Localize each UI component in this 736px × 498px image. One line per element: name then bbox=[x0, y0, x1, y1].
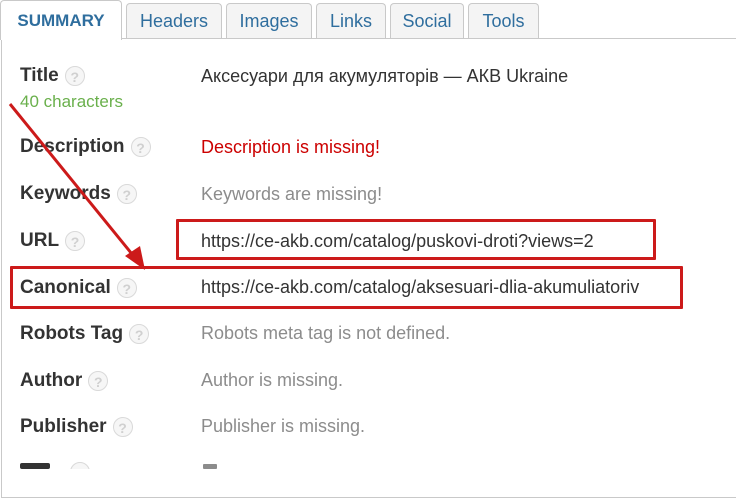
next-row-partial bbox=[20, 458, 64, 469]
author-value: Author is missing. bbox=[201, 370, 344, 390]
title-label: Title? bbox=[20, 65, 85, 87]
keywords-label-text: Keywords bbox=[20, 183, 111, 204]
publisher-label-text: Publisher bbox=[20, 416, 107, 437]
description-label: Description? bbox=[20, 136, 151, 158]
canonical-highlight-box bbox=[10, 266, 683, 309]
help-icon[interactable]: ? bbox=[112, 416, 133, 437]
keywords-label: Keywords? bbox=[20, 183, 137, 205]
description-label-text: Description bbox=[20, 136, 125, 157]
tab-images[interactable]: Images bbox=[226, 3, 312, 38]
publisher-label: Publisher? bbox=[20, 416, 133, 438]
help-icon[interactable]: ? bbox=[129, 323, 150, 344]
robots-label-text: Robots Tag bbox=[20, 323, 124, 344]
title-char-count: 40 characters bbox=[20, 92, 123, 111]
help-icon[interactable]: ? bbox=[116, 183, 137, 204]
next-value-partial bbox=[203, 464, 217, 469]
url-label: URL? bbox=[20, 230, 86, 252]
description-value: Description is missing! bbox=[201, 137, 381, 157]
tab-links[interactable]: Links bbox=[316, 3, 386, 38]
title-label-text: Title bbox=[20, 65, 59, 86]
help-icon[interactable]: ? bbox=[88, 370, 109, 391]
author-label: Author? bbox=[20, 370, 109, 392]
publisher-value: Publisher is missing. bbox=[201, 416, 366, 436]
url-label-text: URL bbox=[20, 230, 60, 251]
next-row-help-partial bbox=[70, 462, 90, 469]
help-icon[interactable]: ? bbox=[65, 230, 86, 251]
help-icon[interactable]: ? bbox=[64, 65, 85, 86]
robots-label: Robots Tag? bbox=[20, 323, 150, 345]
tab-bar: SUMMARY Headers Images Links Social Tool… bbox=[0, 0, 736, 40]
title-value: Аксесуари для акумуляторів — АКВ Ukraine bbox=[201, 66, 569, 86]
tab-tools[interactable]: Tools bbox=[468, 3, 539, 38]
help-icon[interactable]: ? bbox=[130, 136, 151, 157]
tab-summary[interactable]: SUMMARY bbox=[0, 0, 122, 40]
robots-value: Robots meta tag is not defined. bbox=[201, 323, 451, 343]
tab-headers[interactable]: Headers bbox=[126, 3, 222, 38]
tab-social[interactable]: Social bbox=[390, 3, 464, 38]
url-highlight-box bbox=[176, 219, 656, 260]
author-label-text: Author bbox=[20, 370, 83, 391]
keywords-value: Keywords are missing! bbox=[201, 184, 383, 204]
